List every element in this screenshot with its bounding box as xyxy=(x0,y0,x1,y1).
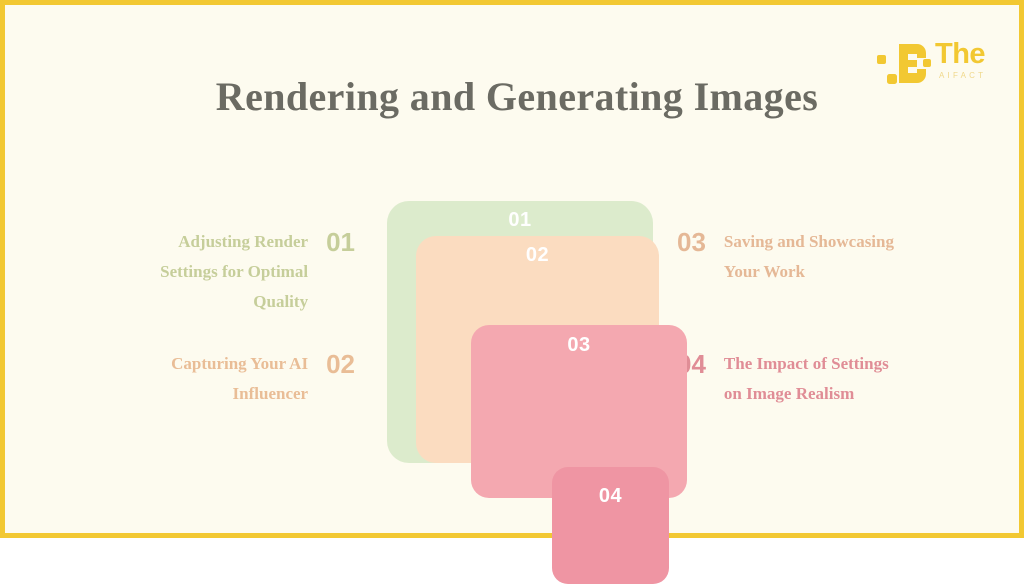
item-label-04: The Impact of Settings on Image Realism xyxy=(723,354,889,403)
diagram-layer-04: 04 xyxy=(552,467,669,584)
item-number-01: 01 xyxy=(326,227,355,257)
item-label-01: Adjusting Render Settings for Optimal Qu… xyxy=(160,232,309,311)
list-item-01: Adjusting Render Settings for Optimal Qu… xyxy=(100,227,355,317)
diagram-label-04: 04 xyxy=(598,485,623,507)
item-number-02: 02 xyxy=(326,349,355,379)
diagram-label-02: 02 xyxy=(525,244,550,266)
page-title: Rendering and Generating Images xyxy=(215,74,819,119)
logo-wordmark: The xyxy=(935,38,986,70)
nested-squares-diagram: 01 02 03 04 xyxy=(387,201,687,584)
item-number-03: 03 xyxy=(677,227,706,257)
list-item-03: 03 Saving and Showcasing Your Work xyxy=(677,227,932,287)
list-item-02: Capturing Your AI Influencer 02 xyxy=(100,349,355,409)
diagram-layer-03: 03 04 xyxy=(471,325,687,584)
diagram-layer-01: 01 02 03 04 xyxy=(387,201,687,584)
list-item-04: 04 The Impact of Settings on Image Reali… xyxy=(677,349,932,409)
diagram-layer-02: 02 03 04 xyxy=(416,236,687,584)
diagram-label-01: 01 xyxy=(508,209,532,231)
item-label-02: Capturing Your AI Influencer xyxy=(171,354,309,403)
item-label-03: Saving and Showcasing Your Work xyxy=(723,232,894,281)
slide-canvas: The AIFACT Rendering and Generating Imag… xyxy=(0,0,1024,584)
diagram-label-03: 03 xyxy=(567,334,591,356)
